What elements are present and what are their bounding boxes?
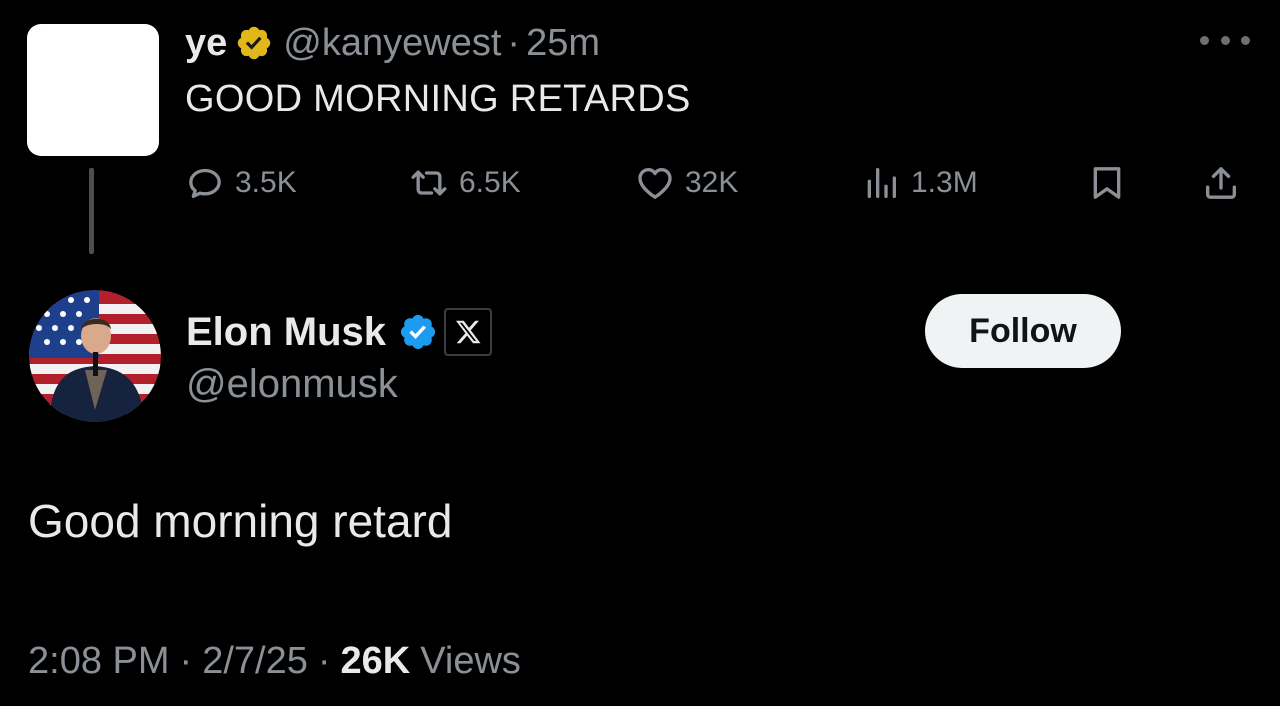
reply-time[interactable]: 2:08 PM xyxy=(28,640,170,683)
reply-author-handle[interactable]: @elonmusk xyxy=(186,362,398,407)
follow-button[interactable]: Follow xyxy=(925,294,1121,368)
reply-views-count: 26K xyxy=(340,639,411,682)
bookmark-icon xyxy=(1093,167,1121,199)
parent-tweet-header: ye @kanyewest · 25m xyxy=(185,18,600,68)
parent-separator: · xyxy=(507,21,521,64)
avatar-photo xyxy=(29,290,161,422)
parent-timestamp[interactable]: 25m xyxy=(526,22,600,65)
views-count: 1.3M xyxy=(911,166,978,199)
reply-count: 3.5K xyxy=(235,166,297,199)
views-button[interactable]: 1.3M xyxy=(861,158,978,208)
gold-verified-badge-icon xyxy=(238,26,271,60)
reply-views-label: Views xyxy=(420,639,521,682)
meta-separator: · xyxy=(317,639,331,682)
heart-icon xyxy=(638,168,672,199)
reply-tweet-text: Good morning retard xyxy=(28,495,453,547)
share-button[interactable] xyxy=(1201,158,1241,208)
parent-author-name[interactable]: ye xyxy=(185,22,227,65)
share-icon xyxy=(1206,167,1236,199)
x-logo-icon[interactable] xyxy=(444,308,493,356)
reply-author-row: Elon Musk xyxy=(186,302,493,362)
like-count: 32K xyxy=(685,166,739,199)
bookmark-button[interactable] xyxy=(1087,158,1127,208)
tweet-thread-view: ye @kanyewest · 25m GOOD MORNING RETARDS… xyxy=(0,0,1280,706)
repost-count: 6.5K xyxy=(459,166,521,199)
reply-meta-row: 2:08 PM · 2/7/25 · 26K Views xyxy=(28,636,521,686)
meta-separator: · xyxy=(179,639,193,682)
blue-verified-badge-icon xyxy=(400,314,436,350)
more-horizontal-icon[interactable] xyxy=(1200,28,1250,52)
x-logo-glyph xyxy=(456,320,481,344)
reply-icon xyxy=(189,168,221,198)
repost-icon xyxy=(411,170,447,196)
reply-author-avatar[interactable] xyxy=(29,290,161,422)
parent-avatar[interactable] xyxy=(27,24,159,156)
thread-connector-line xyxy=(89,168,94,254)
repost-button[interactable]: 6.5K xyxy=(409,158,521,208)
views-chart-icon xyxy=(867,168,896,198)
reply-date[interactable]: 2/7/25 xyxy=(202,640,308,683)
like-button[interactable]: 32K xyxy=(635,158,738,208)
parent-author-handle[interactable]: @kanyewest xyxy=(283,22,501,65)
parent-tweet-text: GOOD MORNING RETARDS xyxy=(185,78,691,120)
reply-author-name[interactable]: Elon Musk xyxy=(186,310,386,355)
reply-button[interactable]: 3.5K xyxy=(185,158,297,208)
parent-action-bar: 3.5K 6.5K 32K 1.3M xyxy=(185,158,1253,208)
